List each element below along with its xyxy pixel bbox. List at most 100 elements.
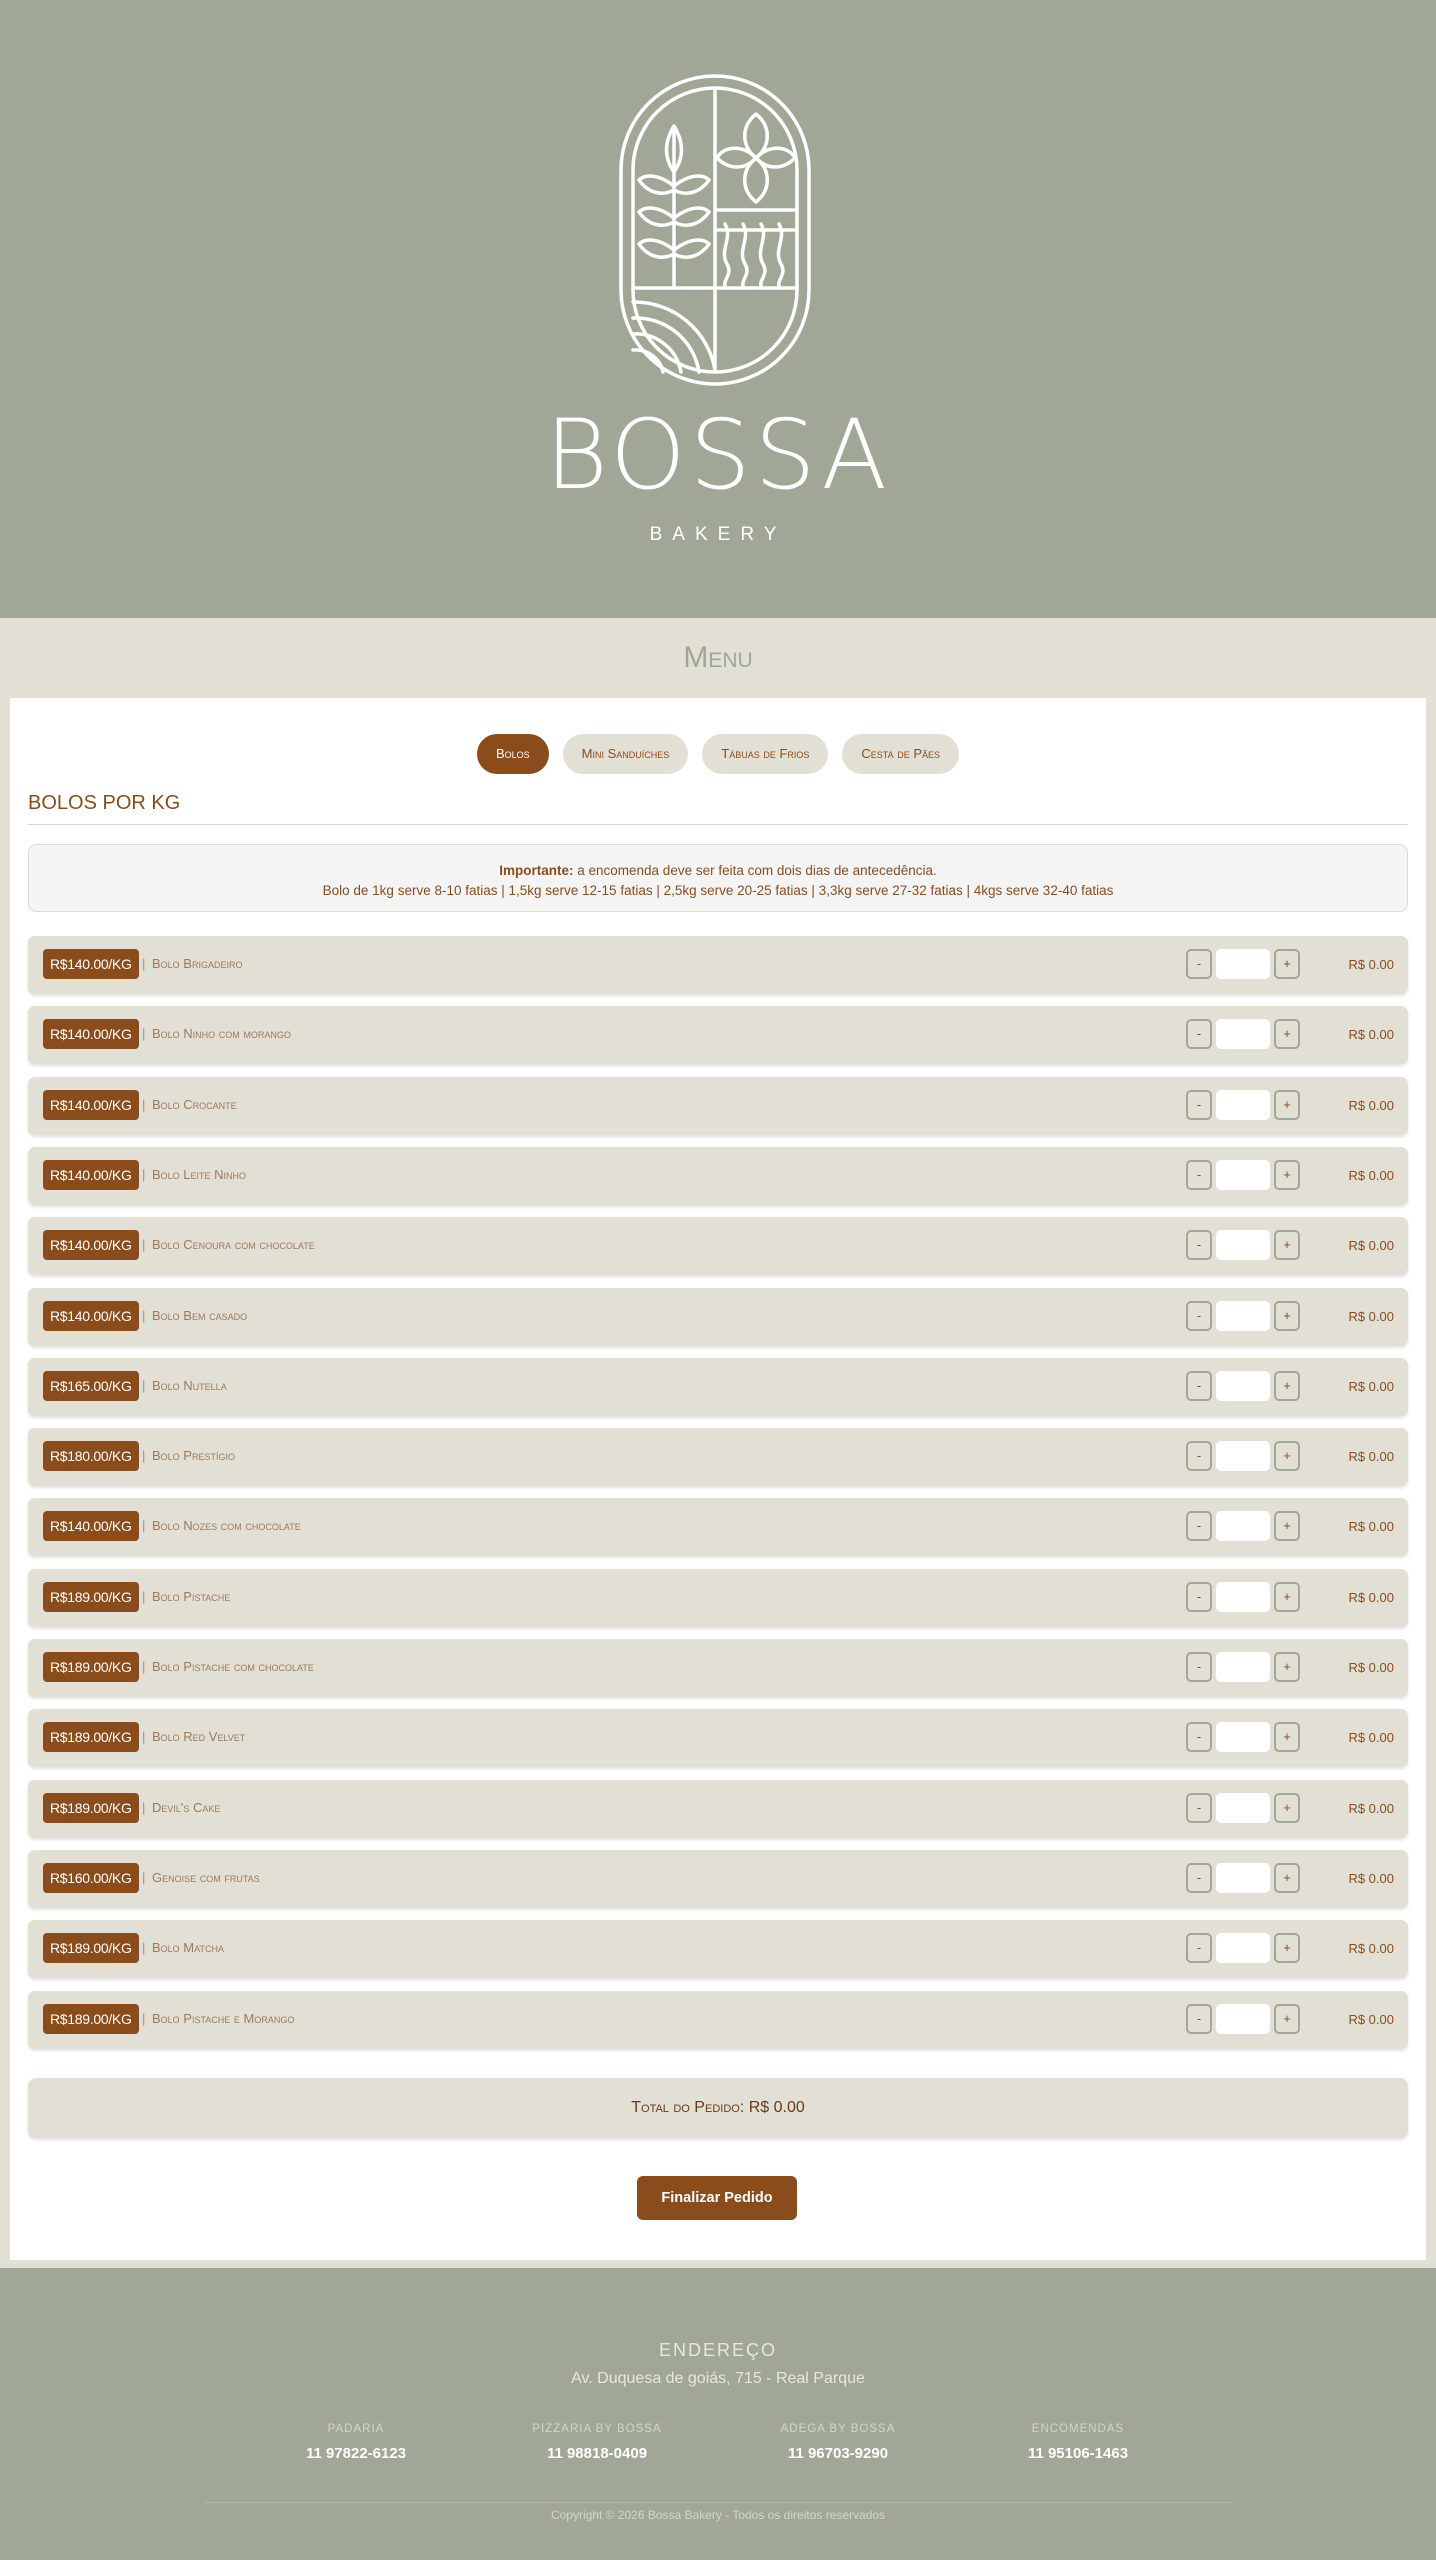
decrease-quantity-button[interactable]: - xyxy=(1186,1511,1212,1542)
tab-bolos[interactable]: Bolos xyxy=(476,734,549,774)
quantity-input[interactable] xyxy=(1216,1933,1270,1964)
decrease-quantity-button[interactable]: - xyxy=(1186,1300,1212,1331)
quantity-input[interactable] xyxy=(1216,1230,1270,1261)
increase-quantity-button[interactable]: + xyxy=(1274,949,1300,979)
decrease-quantity-button[interactable]: - xyxy=(1186,1722,1212,1753)
contact-label: PIZZARIA BY BOSSA xyxy=(532,2423,662,2435)
product-name: Bolo Nozes com chocolate xyxy=(152,1518,301,1534)
decrease-quantity-button[interactable]: - xyxy=(1186,1581,1212,1612)
product-row: R$189.00/KG | Bolo Matcha - + R$ 0.00 xyxy=(28,1920,1408,1979)
product-name: Devil's Cake xyxy=(152,1799,221,1815)
product-row: R$140.00/KG | Bolo Cenoura com chocolate - +… xyxy=(28,1217,1408,1276)
quantity-input[interactable] xyxy=(1216,1652,1270,1682)
increase-quantity-button[interactable]: + xyxy=(1274,1019,1300,1050)
contact-encomendas: ENCOMENDAS 11 95106-1463 xyxy=(958,2420,1198,2466)
decrease-quantity-button[interactable]: - xyxy=(1186,1933,1212,1964)
price-badge: R$140.00/KG xyxy=(43,1230,139,1261)
product-row: R$140.00/KG | Bolo Nozes com chocolate - + R$… xyxy=(28,1498,1408,1557)
increase-quantity-button[interactable]: + xyxy=(1274,1862,1300,1893)
contact-phone[interactable]: 11 96703-9290 xyxy=(718,2442,958,2466)
line-total: R$ 0.00 xyxy=(1348,1308,1394,1324)
increase-quantity-button[interactable]: + xyxy=(1274,1230,1300,1261)
decrease-quantity-button[interactable]: - xyxy=(1186,2003,1212,2034)
increase-quantity-button[interactable]: + xyxy=(1274,1370,1300,1401)
separator: | xyxy=(142,956,146,971)
product-row: R$189.00/KG | Bolo Pistache com chocolate -… xyxy=(28,1639,1408,1697)
line-total: R$ 0.00 xyxy=(1348,2011,1394,2027)
section-title: BOLOS POR KG xyxy=(28,792,1408,825)
decrease-quantity-button[interactable]: - xyxy=(1186,1370,1212,1401)
product-row: R$189.00/KG | Bolo Pistache - + R$ 0.00 xyxy=(28,1568,1408,1627)
price-badge: R$189.00/KG xyxy=(43,1792,139,1823)
product-name: Bolo Brigadeiro xyxy=(152,956,243,971)
line-total: R$ 0.00 xyxy=(1348,1589,1394,1605)
increase-quantity-button[interactable]: + xyxy=(1274,1792,1300,1823)
price-badge: R$140.00/KG xyxy=(43,1300,139,1331)
increase-quantity-button[interactable]: + xyxy=(1274,1511,1300,1542)
product-name: Bolo Pistache e Morango xyxy=(152,2010,295,2026)
separator: | xyxy=(142,2010,146,2026)
contact-label: ADEGA BY BOSSA xyxy=(780,2423,896,2435)
line-total: R$ 0.00 xyxy=(1348,1660,1394,1675)
decrease-quantity-button[interactable]: - xyxy=(1186,1019,1212,1050)
tab-cesta-de-paes[interactable]: Cesta de Pães xyxy=(842,734,960,774)
line-total: R$ 0.00 xyxy=(1348,1167,1394,1183)
decrease-quantity-button[interactable]: - xyxy=(1186,1089,1212,1120)
quantity-input[interactable] xyxy=(1216,1511,1270,1542)
product-row: R$160.00/KG | Genoise com frutas - + R$ 0.00 xyxy=(28,1849,1408,1908)
quantity-input[interactable] xyxy=(1216,1581,1270,1612)
increase-quantity-button[interactable]: + xyxy=(1274,1652,1300,1682)
line-total: R$ 0.00 xyxy=(1348,1519,1394,1535)
decrease-quantity-button[interactable]: - xyxy=(1186,1159,1212,1190)
quantity-input[interactable] xyxy=(1216,1792,1270,1823)
tab-mini-sanduiches[interactable]: Mini Sanduíches xyxy=(562,734,689,774)
contact-phone[interactable]: 11 95106-1463 xyxy=(958,2442,1198,2466)
price-badge: R$140.00/KG xyxy=(43,1089,139,1120)
line-total: R$ 0.00 xyxy=(1348,1097,1394,1113)
decrease-quantity-button[interactable]: - xyxy=(1186,1862,1212,1893)
quantity-input[interactable] xyxy=(1216,1300,1270,1331)
decrease-quantity-button[interactable]: - xyxy=(1186,1441,1212,1472)
quantity-input[interactable] xyxy=(1216,1159,1270,1190)
separator: | xyxy=(142,1026,146,1042)
quantity-input[interactable] xyxy=(1216,949,1270,979)
decrease-quantity-button[interactable]: - xyxy=(1186,1792,1212,1823)
separator: | xyxy=(142,1799,146,1815)
line-total: R$ 0.00 xyxy=(1348,957,1394,972)
quantity-input[interactable] xyxy=(1216,1862,1270,1893)
product-name: Bolo Ninho com morango xyxy=(152,1026,291,1042)
quantity-input[interactable] xyxy=(1216,1089,1270,1120)
increase-quantity-button[interactable]: + xyxy=(1274,1581,1300,1612)
increase-quantity-button[interactable]: + xyxy=(1274,1089,1300,1120)
increase-quantity-button[interactable]: + xyxy=(1274,2003,1300,2034)
tab-tabuas-de-frios[interactable]: Tábuas de Frios xyxy=(702,734,829,774)
contact-padaria: PADARIA 11 97822-6123 xyxy=(236,2420,476,2466)
increase-quantity-button[interactable]: + xyxy=(1274,1722,1300,1753)
quantity-input[interactable] xyxy=(1216,1722,1270,1753)
contact-phone[interactable]: 11 97822-6123 xyxy=(236,2442,476,2466)
finalize-order-button[interactable]: Finalizar Pedido xyxy=(637,2176,797,2220)
quantity-input[interactable] xyxy=(1216,2003,1270,2034)
product-row: R$189.00/KG | Devil's Cake - + R$ 0.00 xyxy=(28,1779,1408,1838)
quantity-input[interactable] xyxy=(1216,1019,1270,1050)
increase-quantity-button[interactable]: + xyxy=(1274,1159,1300,1190)
price-badge: R$140.00/KG xyxy=(43,1511,139,1542)
increase-quantity-button[interactable]: + xyxy=(1274,1441,1300,1472)
decrease-quantity-button[interactable]: - xyxy=(1186,1652,1212,1682)
decrease-quantity-button[interactable]: - xyxy=(1186,949,1212,979)
contact-label: ENCOMENDAS xyxy=(1031,2423,1125,2435)
brand-name: BOSSA xyxy=(544,399,892,511)
quantity-input[interactable] xyxy=(1216,1370,1270,1401)
product-name: Bolo Nutella xyxy=(152,1377,227,1393)
increase-quantity-button[interactable]: + xyxy=(1274,1933,1300,1964)
decrease-quantity-button[interactable]: - xyxy=(1186,1230,1212,1261)
separator: | xyxy=(142,1166,146,1182)
product-row: R$180.00/KG | Bolo Prestígio - + R$ 0.00 xyxy=(28,1428,1408,1487)
separator: | xyxy=(142,1588,146,1604)
increase-quantity-button[interactable]: + xyxy=(1274,1300,1300,1331)
footer-address: Av. Duquesa de goiás, 715 - Real Parque xyxy=(571,2370,865,2387)
quantity-input[interactable] xyxy=(1216,1441,1270,1472)
contact-phone[interactable]: 11 98818-0409 xyxy=(477,2442,717,2466)
product-row: R$140.00/KG | Bolo Bem casado - + R$ 0.00 xyxy=(28,1287,1408,1346)
menu-content: Bolos Mini Sanduíches Tábuas de Frios Cesta… xyxy=(10,698,1426,2260)
